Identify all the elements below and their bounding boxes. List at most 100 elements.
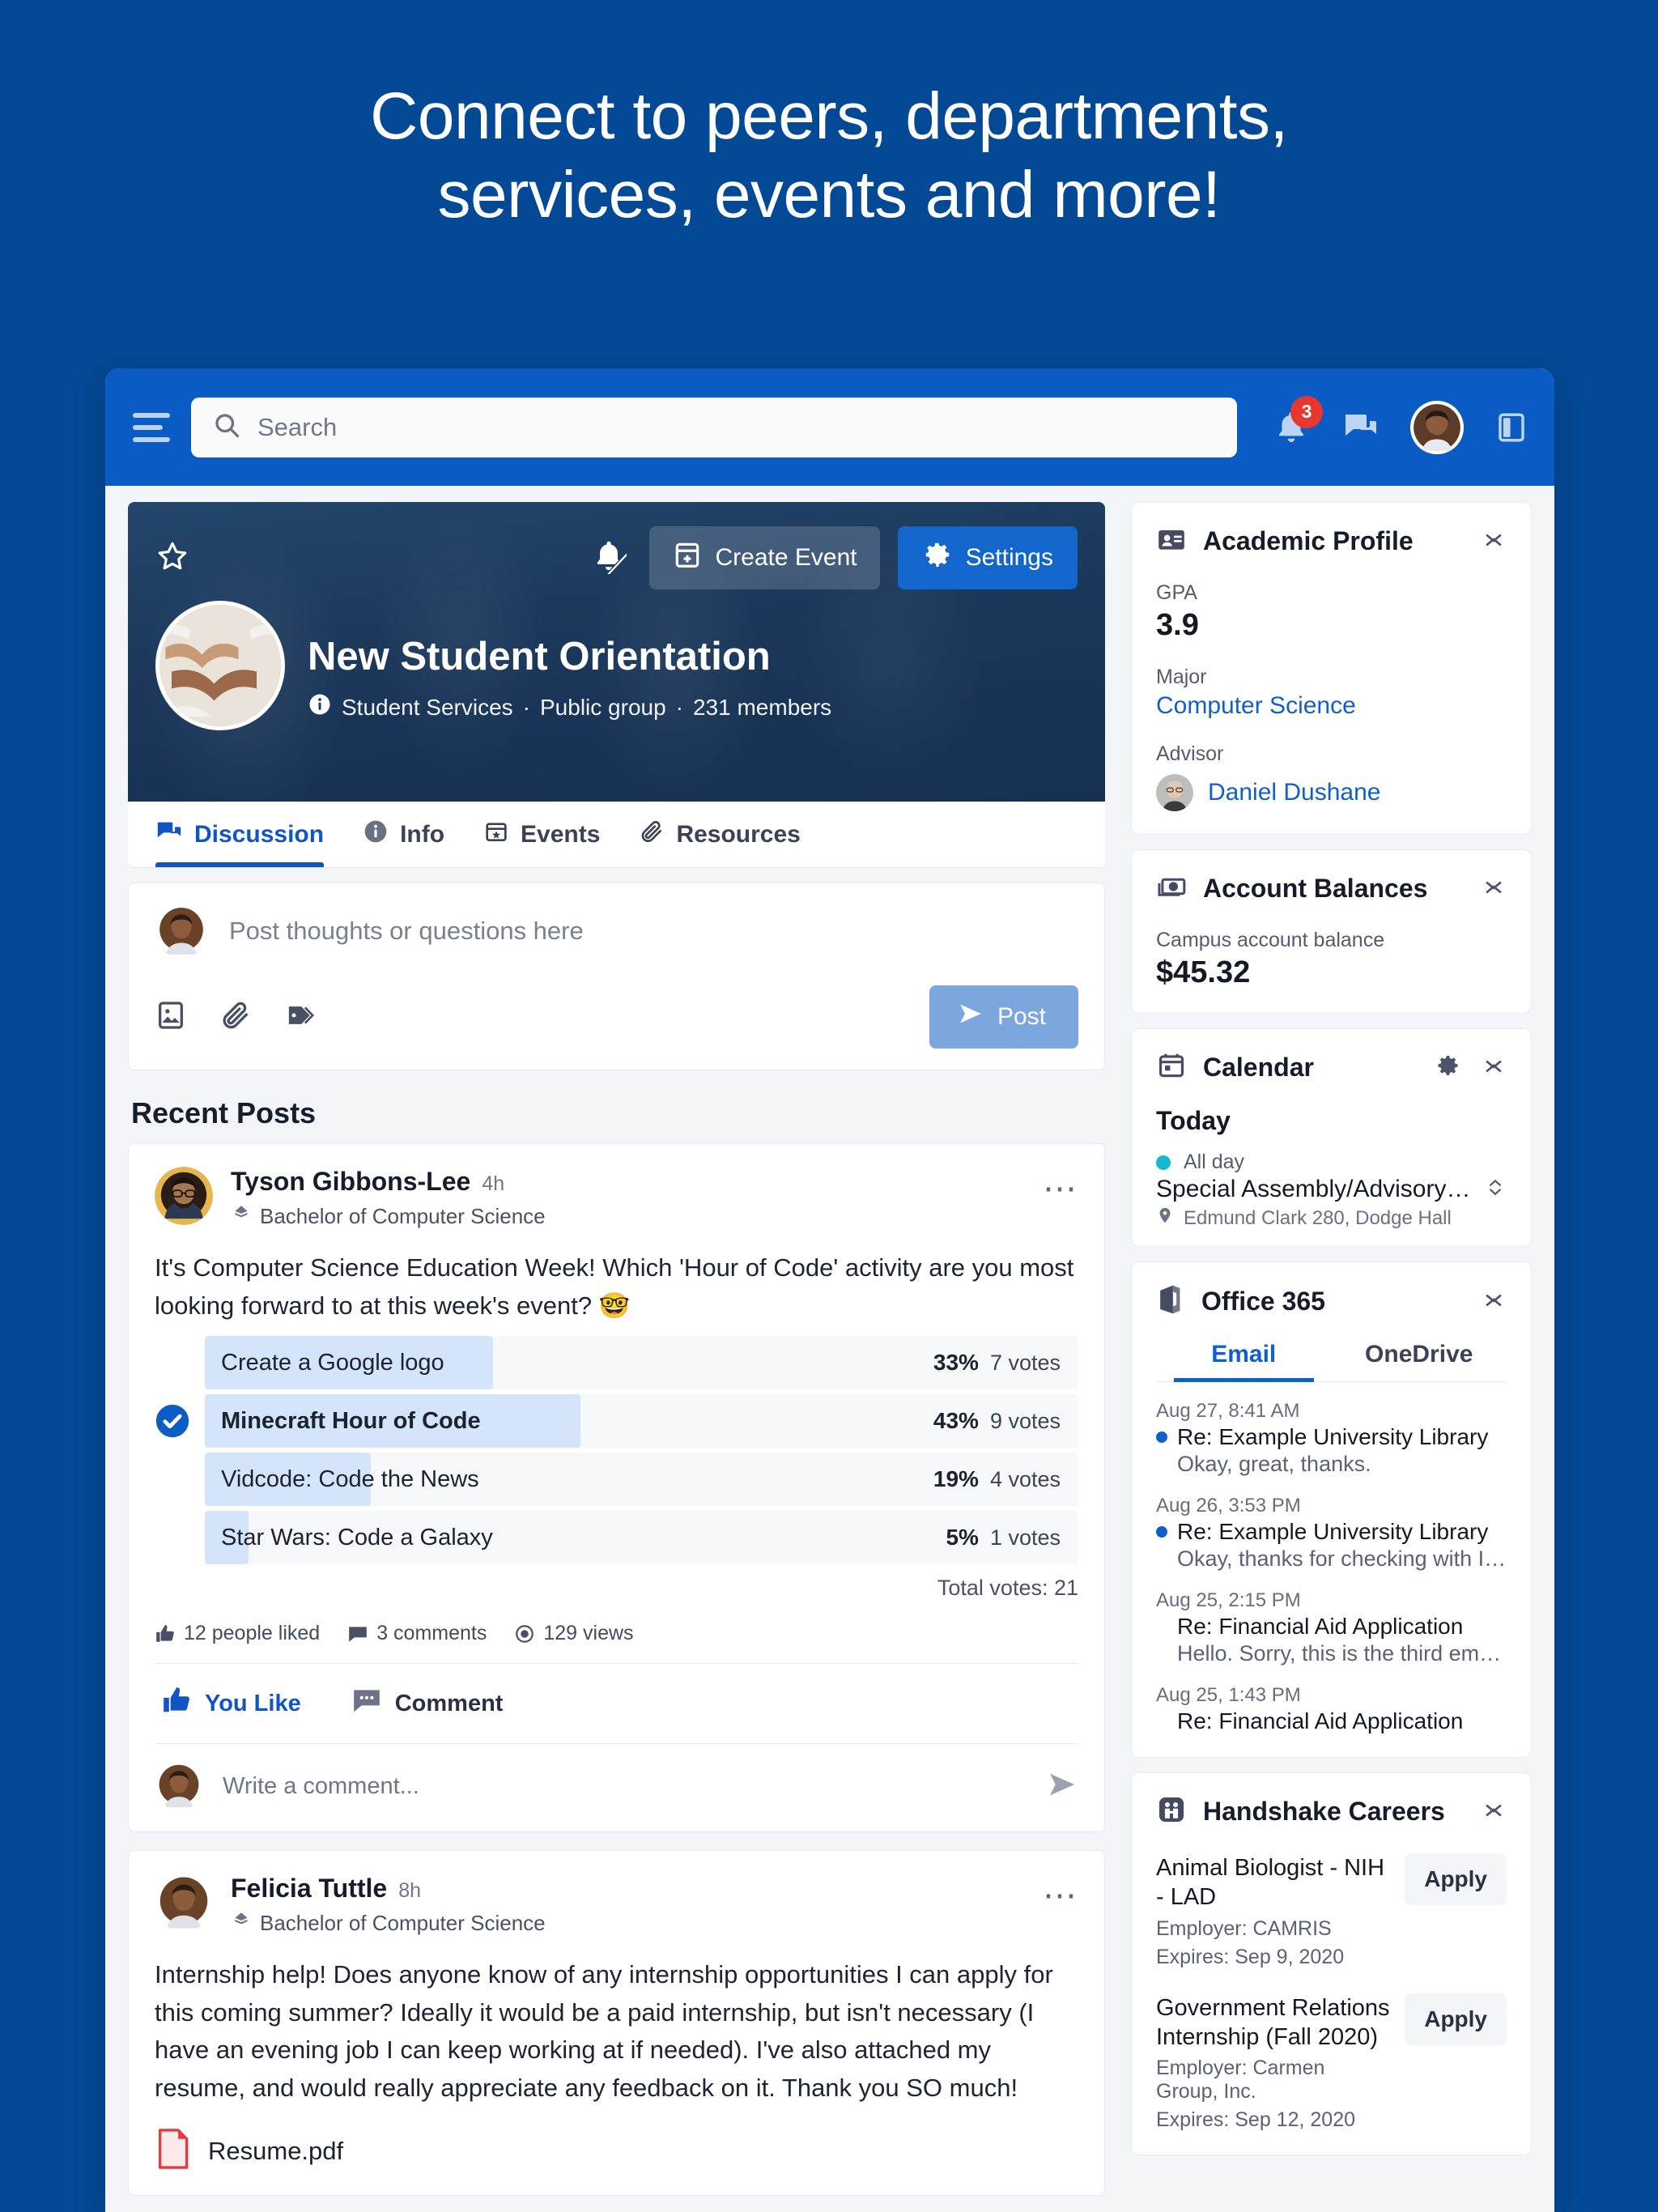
email-date: Aug 27, 8:41 AM <box>1156 1400 1300 1422</box>
post-author-avatar[interactable] <box>155 1874 213 1932</box>
bell-icon[interactable]: 3 <box>1273 395 1323 446</box>
location-pin-icon <box>1156 1206 1174 1230</box>
attachment-paperclip-icon[interactable] <box>219 999 252 1036</box>
tab-info[interactable]: Info <box>363 802 466 867</box>
job-title[interactable]: Animal Biologist - NIH - LAD <box>1156 1853 1390 1912</box>
gpa-label: GPA <box>1156 581 1197 604</box>
job-title[interactable]: Government Relations Internship (Fall 20… <box>1156 1993 1390 2052</box>
handshake-icon <box>1156 1794 1187 1829</box>
composer-input-row: Post thoughts or questions here <box>155 904 1078 958</box>
gpa-value: 3.9 <box>1156 608 1199 642</box>
like-button[interactable]: You Like <box>161 1685 301 1722</box>
read-dot-placeholder <box>1156 1621 1167 1632</box>
tab-discussion[interactable]: Discussion <box>155 802 345 867</box>
comment-input[interactable]: Write a comment... <box>223 1773 1027 1800</box>
tab-onedrive[interactable]: OneDrive <box>1332 1341 1507 1381</box>
money-icon <box>1156 871 1187 906</box>
chat-icon[interactable] <box>1341 408 1380 447</box>
paperclip-icon <box>639 819 665 851</box>
comment-button-label: Comment <box>394 1690 504 1716</box>
composer-placeholder[interactable]: Post thoughts or questions here <box>229 917 584 946</box>
post-timestamp: 4h <box>482 1172 505 1195</box>
search-input[interactable] <box>257 412 1216 442</box>
poll-option-stats: 33% 7 votes <box>933 1350 1078 1376</box>
email-subject: Re: Example University Library <box>1177 1519 1489 1544</box>
group-tabs: Discussion Info Events Resources <box>128 802 1105 868</box>
image-icon[interactable] <box>155 999 187 1036</box>
comment-compose-row: Write a comment... <box>155 1744 1078 1831</box>
poll-option-row[interactable]: Minecraft Hour of Code 43% 9 votes <box>155 1394 1078 1448</box>
poll-option-row[interactable]: Star Wars: Code a Galaxy 5% 1 votes <box>155 1511 1078 1564</box>
widget-header: Handshake Careers <box>1156 1794 1507 1829</box>
events-calendar-icon <box>483 819 509 851</box>
composer-actions: Post <box>155 985 1078 1049</box>
major-value[interactable]: Computer Science <box>1156 692 1507 720</box>
email-item[interactable]: Aug 25, 1:43 PM Re: Financial Aid Applic… <box>1156 1684 1507 1734</box>
group-avatar[interactable] <box>155 601 285 730</box>
tab-resources-label: Resources <box>676 820 801 848</box>
job-listing: Government Relations Internship (Fall 20… <box>1156 1993 1507 2133</box>
post-author-name[interactable]: Felicia Tuttle <box>231 1874 387 1904</box>
collapse-chevron-icon[interactable] <box>1481 874 1507 904</box>
tag-icon[interactable] <box>284 999 317 1036</box>
post-author-name[interactable]: Tyson Gibbons-Lee <box>231 1167 470 1197</box>
composer-avatar <box>155 904 208 958</box>
expand-chevron-icon[interactable] <box>1484 1176 1507 1202</box>
info-icon <box>363 819 389 851</box>
post-body-text: Internship help! Does anyone know of any… <box>155 1960 1053 2102</box>
gear-icon <box>922 539 953 576</box>
post-attachment[interactable]: Resume.pdf <box>155 2116 1078 2195</box>
tab-resources[interactable]: Resources <box>639 802 821 867</box>
calendar-settings-gear-icon[interactable] <box>1435 1053 1461 1083</box>
widget-title: Calendar <box>1203 1053 1314 1082</box>
collapse-chevron-icon[interactable] <box>1481 1287 1507 1317</box>
post-author-avatar[interactable] <box>155 1167 213 1225</box>
post-more-options-icon[interactable]: ⋯ <box>1043 1874 1078 1912</box>
post-more-options-icon[interactable]: ⋯ <box>1043 1167 1078 1206</box>
apply-button[interactable]: Apply <box>1405 1853 1507 1905</box>
poll-votes: 9 votes <box>989 1409 1061 1433</box>
collapse-chevron-icon[interactable] <box>1481 1053 1507 1083</box>
favorite-star-icon[interactable] <box>155 539 189 577</box>
widget-office365: Office 365 Email OneDrive Aug 27, 8:41 A… <box>1131 1261 1532 1758</box>
sep-1: · <box>522 694 530 720</box>
tab-info-label: Info <box>400 820 445 848</box>
advisor-avatar <box>1156 774 1193 811</box>
widget-header-actions <box>1481 1797 1507 1827</box>
send-comment-icon[interactable] <box>1046 1768 1078 1805</box>
hero-line-2: services, events and more! <box>437 157 1221 232</box>
create-event-button[interactable]: Create Event <box>648 526 880 589</box>
apply-button[interactable]: Apply <box>1405 1993 1507 2045</box>
poll-option-label: Star Wars: Code a Galaxy <box>221 1524 493 1551</box>
search-bar[interactable] <box>191 397 1237 457</box>
panel-icon[interactable] <box>1494 410 1528 445</box>
widget-title: Office 365 <box>1201 1287 1325 1316</box>
attachment-filename: Resume.pdf <box>208 2136 344 2165</box>
tab-email[interactable]: Email <box>1156 1341 1332 1382</box>
sep-2: · <box>675 694 683 720</box>
poll-option-row[interactable]: Vidcode: Code the News 19% 4 votes <box>155 1453 1078 1506</box>
settings-button[interactable]: Settings <box>897 526 1078 589</box>
app-window: 3 <box>105 368 1554 2212</box>
bell-off-icon[interactable] <box>586 534 631 583</box>
calendar-event[interactable]: 9:00am Orientation Week <box>1156 1244 1507 1246</box>
post-author-row: Felicia Tuttle 8h <box>231 1874 1025 1904</box>
calendar-event[interactable]: All day Special Assembly/Advisory Sched… <box>1156 1151 1507 1230</box>
advisor-row[interactable]: Daniel Dushane <box>1156 774 1507 811</box>
avatar[interactable] <box>1410 400 1464 454</box>
comment-icon <box>351 1685 382 1722</box>
tab-events[interactable]: Events <box>483 802 621 867</box>
email-item[interactable]: Aug 26, 3:53 PM Re: Example University L… <box>1156 1495 1507 1572</box>
post-comments-text: 3 comments <box>376 1622 487 1644</box>
poll-option-row[interactable]: Create a Google logo 33% 7 votes <box>155 1336 1078 1389</box>
advisor-name[interactable]: Daniel Dushane <box>1208 779 1380 806</box>
email-item[interactable]: Aug 27, 8:41 AM Re: Example University L… <box>1156 1400 1507 1477</box>
post-button[interactable]: Post <box>929 985 1078 1049</box>
menu-icon[interactable] <box>133 412 170 442</box>
collapse-chevron-icon[interactable] <box>1481 1797 1507 1827</box>
comment-button[interactable]: Comment <box>351 1685 504 1722</box>
collapse-chevron-icon[interactable] <box>1481 526 1507 556</box>
email-item[interactable]: Aug 25, 2:15 PM Re: Financial Aid Applic… <box>1156 1589 1507 1666</box>
id-card-icon <box>1156 524 1187 559</box>
calendar-event-title-row: Special Assembly/Advisory Sched… <box>1156 1174 1507 1203</box>
